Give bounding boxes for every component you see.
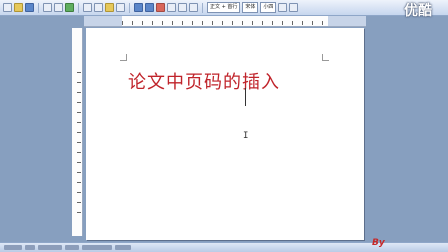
ibeam-cursor-icon: I — [243, 131, 249, 141]
font-select[interactable]: 宋体 — [242, 2, 259, 13]
margin-corner-mark — [120, 54, 127, 61]
vertical-ruler[interactable] — [72, 28, 83, 236]
copy-icon[interactable] — [94, 3, 103, 12]
toolbar-separator — [129, 2, 130, 13]
print-icon[interactable] — [43, 3, 52, 12]
status-segment — [65, 245, 79, 250]
ruler-right-margin — [328, 16, 366, 26]
font-size-select[interactable]: 小四 — [260, 2, 277, 13]
print-preview-icon[interactable] — [54, 3, 63, 12]
document-title-text[interactable]: 论文中页码的插入 — [128, 68, 280, 94]
video-watermark: 优酷 — [404, 3, 432, 19]
author-byline: By — [372, 238, 385, 248]
ruler-left-margin — [84, 16, 122, 26]
cut-icon[interactable] — [83, 3, 92, 12]
status-segment — [82, 245, 112, 250]
table-icon[interactable] — [167, 3, 176, 12]
toolbar-separator — [38, 2, 39, 13]
toolbar-separator — [202, 2, 203, 13]
columns-icon[interactable] — [178, 3, 187, 12]
horizontal-ruler[interactable] — [84, 16, 366, 27]
toolbar-separator — [78, 2, 79, 13]
bold-icon[interactable] — [278, 3, 288, 12]
undo-icon[interactable] — [134, 3, 143, 12]
open-folder-icon[interactable] — [14, 3, 23, 12]
save-icon[interactable] — [25, 3, 34, 12]
document-page[interactable]: 论文中页码的插入 I — [86, 28, 364, 240]
spelling-icon[interactable] — [65, 3, 74, 12]
style-select[interactable]: 正文 + 首行 — [207, 2, 241, 13]
status-segment — [25, 245, 35, 250]
drawing-icon[interactable] — [189, 3, 198, 12]
redo-icon[interactable] — [145, 3, 154, 12]
status-segment — [4, 245, 22, 250]
status-segment — [115, 245, 131, 250]
paste-icon[interactable] — [105, 3, 114, 12]
margin-corner-mark — [322, 54, 329, 61]
status-segment — [38, 245, 62, 250]
formatting-toolbar: 正文 + 首行 宋体 小四 — [0, 0, 448, 16]
text-cursor — [245, 88, 246, 106]
italic-icon[interactable] — [289, 3, 299, 12]
insert-hyperlink-icon[interactable] — [156, 3, 165, 12]
format-painter-icon[interactable] — [116, 3, 125, 12]
ruler-ticks — [122, 21, 328, 25]
new-document-icon[interactable] — [3, 3, 12, 12]
vertical-ruler-ticks — [77, 72, 81, 222]
